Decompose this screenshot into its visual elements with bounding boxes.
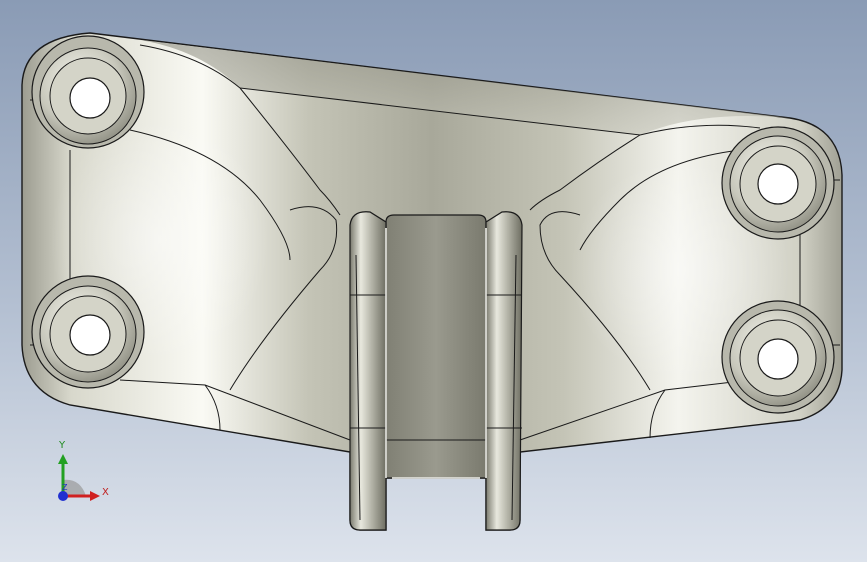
mounting-hole-bottom-left[interactable] <box>31 275 145 389</box>
right-slot-rib <box>485 211 523 531</box>
cad-viewport[interactable]: Y X Z <box>0 0 867 562</box>
mounting-hole-top-left[interactable] <box>31 35 145 149</box>
mounting-hole-bottom-right[interactable] <box>721 300 835 414</box>
bracket-part-model[interactable] <box>0 0 867 562</box>
center-slot-recess <box>385 214 487 479</box>
x-axis-label: X <box>102 487 109 498</box>
y-axis-label: Y <box>59 440 66 451</box>
z-axis-label: Z <box>62 483 68 492</box>
left-slot-rib <box>349 211 387 531</box>
mounting-hole-top-right[interactable] <box>721 126 835 240</box>
